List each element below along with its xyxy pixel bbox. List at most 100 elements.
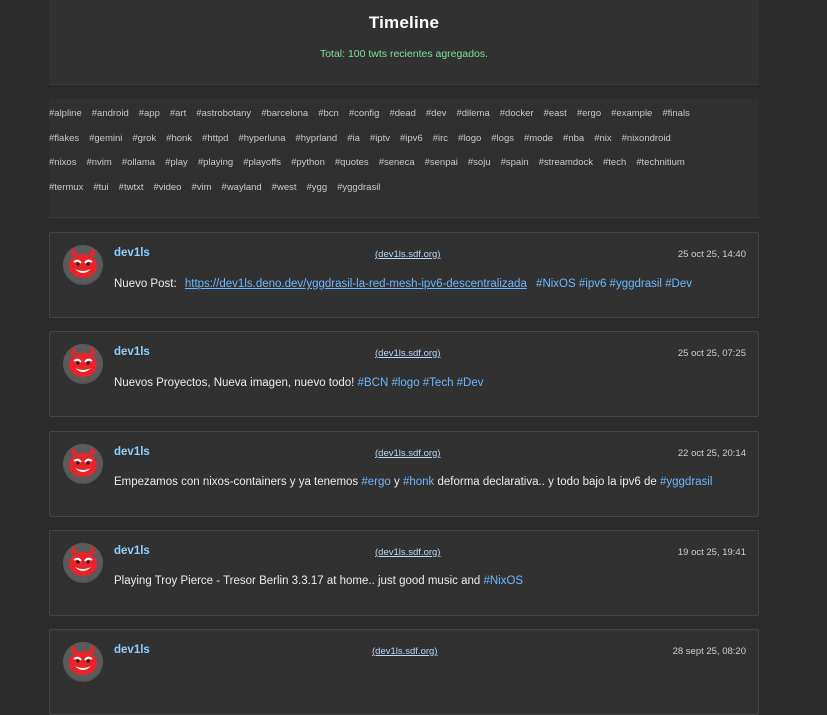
post-domain-link[interactable]: (dev1ls.sdf.org) (375, 547, 440, 558)
post-username[interactable]: dev1ls (114, 545, 150, 557)
tag-link[interactable]: #tech (603, 157, 626, 168)
tag-link[interactable]: #yggdrasil (337, 182, 380, 193)
tag-link[interactable]: #dead (389, 108, 415, 119)
tag-link[interactable]: #play (165, 157, 188, 168)
tag-link[interactable]: #nixos (49, 157, 76, 168)
avatar[interactable] (63, 344, 103, 384)
post-hashtags[interactable]: #NixOS (483, 575, 523, 587)
tag-link[interactable]: #vim (191, 182, 211, 193)
tag-link[interactable]: #barcelona (261, 108, 308, 119)
devil-face-icon (63, 245, 103, 285)
post-timestamp: 19 oct 25, 19:41 (677, 547, 746, 558)
post-hashtag[interactable]: #honk (403, 476, 434, 488)
tag-link[interactable]: #hyprland (295, 133, 337, 144)
devil-face-icon (63, 642, 103, 682)
tag-link[interactable]: #logs (491, 133, 514, 144)
devil-face-icon (63, 543, 103, 583)
tag-link[interactable]: #ygg (307, 182, 328, 193)
tag-link[interactable]: #finals (662, 108, 689, 119)
tag-link[interactable]: #hyperluna (238, 133, 285, 144)
tag-link[interactable]: #art (170, 108, 186, 119)
post-hashtag[interactable]: #ergo (361, 476, 390, 488)
post-content: Playing Troy Pierce - Tresor Berlin 3.3.… (114, 575, 523, 587)
tag-link[interactable]: #bcn (318, 108, 339, 119)
tag-link[interactable]: #west (272, 182, 297, 193)
tag-link[interactable]: #mode (524, 133, 553, 144)
tag-link[interactable]: #nvim (86, 157, 111, 168)
post-hashtags[interactable]: #NixOS #ipv6 #yggdrasil #Dev (536, 278, 692, 290)
tag-row: #alpline #android #app #art #astrobotany #bar… (49, 108, 759, 133)
avatar[interactable] (63, 543, 103, 583)
tag-link[interactable]: #iptv (370, 133, 390, 144)
tag-link[interactable]: #alpline (49, 108, 82, 119)
page-title: Timeline (368, 13, 440, 32)
post-link[interactable]: https://dev1ls.deno.dev/yggdrasil-la-red… (185, 278, 527, 290)
post-username[interactable]: dev1ls (114, 644, 150, 656)
tag-link[interactable]: #playoffs (243, 157, 281, 168)
post-username[interactable]: dev1ls (114, 247, 150, 259)
post-domain-link[interactable]: (dev1ls.sdf.org) (375, 448, 440, 459)
tag-link[interactable]: #ipv6 (400, 133, 423, 144)
tag-link[interactable]: #httpd (202, 133, 228, 144)
tag-link[interactable]: #logo (458, 133, 481, 144)
tag-link[interactable]: #nba (563, 133, 584, 144)
post-card: dev1ls (dev1ls.sdf.org) 19 oct 25, 19:41… (49, 530, 759, 616)
post-card: dev1ls (dev1ls.sdf.org) 25 oct 25, 07:25… (49, 331, 759, 417)
tag-link[interactable]: #senpai (425, 157, 458, 168)
post-hashtags[interactable]: #BCN #logo #Tech #Dev (358, 377, 484, 389)
tag-link[interactable]: #video (153, 182, 181, 193)
tag-link[interactable]: #python (291, 157, 325, 168)
tag-link[interactable]: #termux (49, 182, 83, 193)
post-domain-link[interactable]: (dev1ls.sdf.org) (375, 348, 440, 359)
tag-link[interactable]: #playing (198, 157, 233, 168)
tag-link[interactable]: #nix (594, 133, 611, 144)
avatar[interactable] (63, 444, 103, 484)
post-card: dev1ls (dev1ls.sdf.org) 28 sept 25, 08:2… (49, 629, 759, 715)
post-timestamp: 25 oct 25, 07:25 (677, 348, 746, 359)
post-content: Empezamos con nixos-containers y ya tene… (114, 476, 712, 488)
tag-link[interactable]: #twtxt (119, 182, 144, 193)
tag-link[interactable]: #dilema (456, 108, 489, 119)
tag-link[interactable]: #flakes (49, 133, 79, 144)
post-username[interactable]: dev1ls (114, 346, 150, 358)
post-timestamp: 22 oct 25, 20:14 (677, 448, 746, 459)
post-timestamp: 28 sept 25, 08:20 (672, 646, 746, 657)
post-hashtag[interactable]: #yggdrasil (660, 476, 712, 488)
tag-link[interactable]: #irc (433, 133, 448, 144)
tag-cloud: #alpline #android #app #art #astrobotany #bar… (49, 99, 759, 218)
tag-link[interactable]: #wayland (222, 182, 262, 193)
tag-link[interactable]: #gemini (89, 133, 122, 144)
avatar[interactable] (63, 245, 103, 285)
tag-link[interactable]: #east (544, 108, 567, 119)
tag-link[interactable]: #grok (132, 133, 156, 144)
tag-link[interactable]: #tui (93, 182, 108, 193)
post-username[interactable]: dev1ls (114, 446, 150, 458)
tag-link[interactable]: #seneca (379, 157, 415, 168)
total-count: Total: 100 twts recientes agregados. (319, 48, 489, 60)
tag-link[interactable]: #soju (468, 157, 491, 168)
tag-link[interactable]: #ia (347, 133, 360, 144)
post-domain-link[interactable]: (dev1ls.sdf.org) (375, 249, 440, 260)
tag-link[interactable]: #streamdock (539, 157, 593, 168)
post-card: dev1ls (dev1ls.sdf.org) 22 oct 25, 20:14… (49, 431, 759, 517)
tag-link[interactable]: #technitium (636, 157, 685, 168)
post-domain-link[interactable]: (dev1ls.sdf.org) (372, 646, 437, 657)
tag-link[interactable]: #app (139, 108, 160, 119)
tag-link[interactable]: #spain (501, 157, 529, 168)
tag-link[interactable]: #example (611, 108, 652, 119)
tag-link[interactable]: #dev (426, 108, 447, 119)
timeline-container: Timeline Total: 100 twts recientes agreg… (49, 0, 759, 218)
tag-link[interactable]: #android (92, 108, 129, 119)
tag-link[interactable]: #astrobotany (196, 108, 251, 119)
tag-link[interactable]: #ollama (122, 157, 155, 168)
post-text: deforma declarativa.. y todo bajo la ipv… (437, 476, 657, 488)
tag-link[interactable]: #quotes (335, 157, 369, 168)
tag-link[interactable]: #honk (166, 133, 192, 144)
tag-link[interactable]: #config (349, 108, 380, 119)
tag-link[interactable]: #docker (500, 108, 534, 119)
tag-link[interactable]: #nixondroid (622, 133, 671, 144)
post-text: Nuevo Post: (114, 278, 177, 290)
tag-link[interactable]: #ergo (577, 108, 601, 119)
avatar[interactable] (63, 642, 103, 682)
tag-row: #nixos #nvim #ollama #play #playing #playoffs… (49, 157, 759, 182)
